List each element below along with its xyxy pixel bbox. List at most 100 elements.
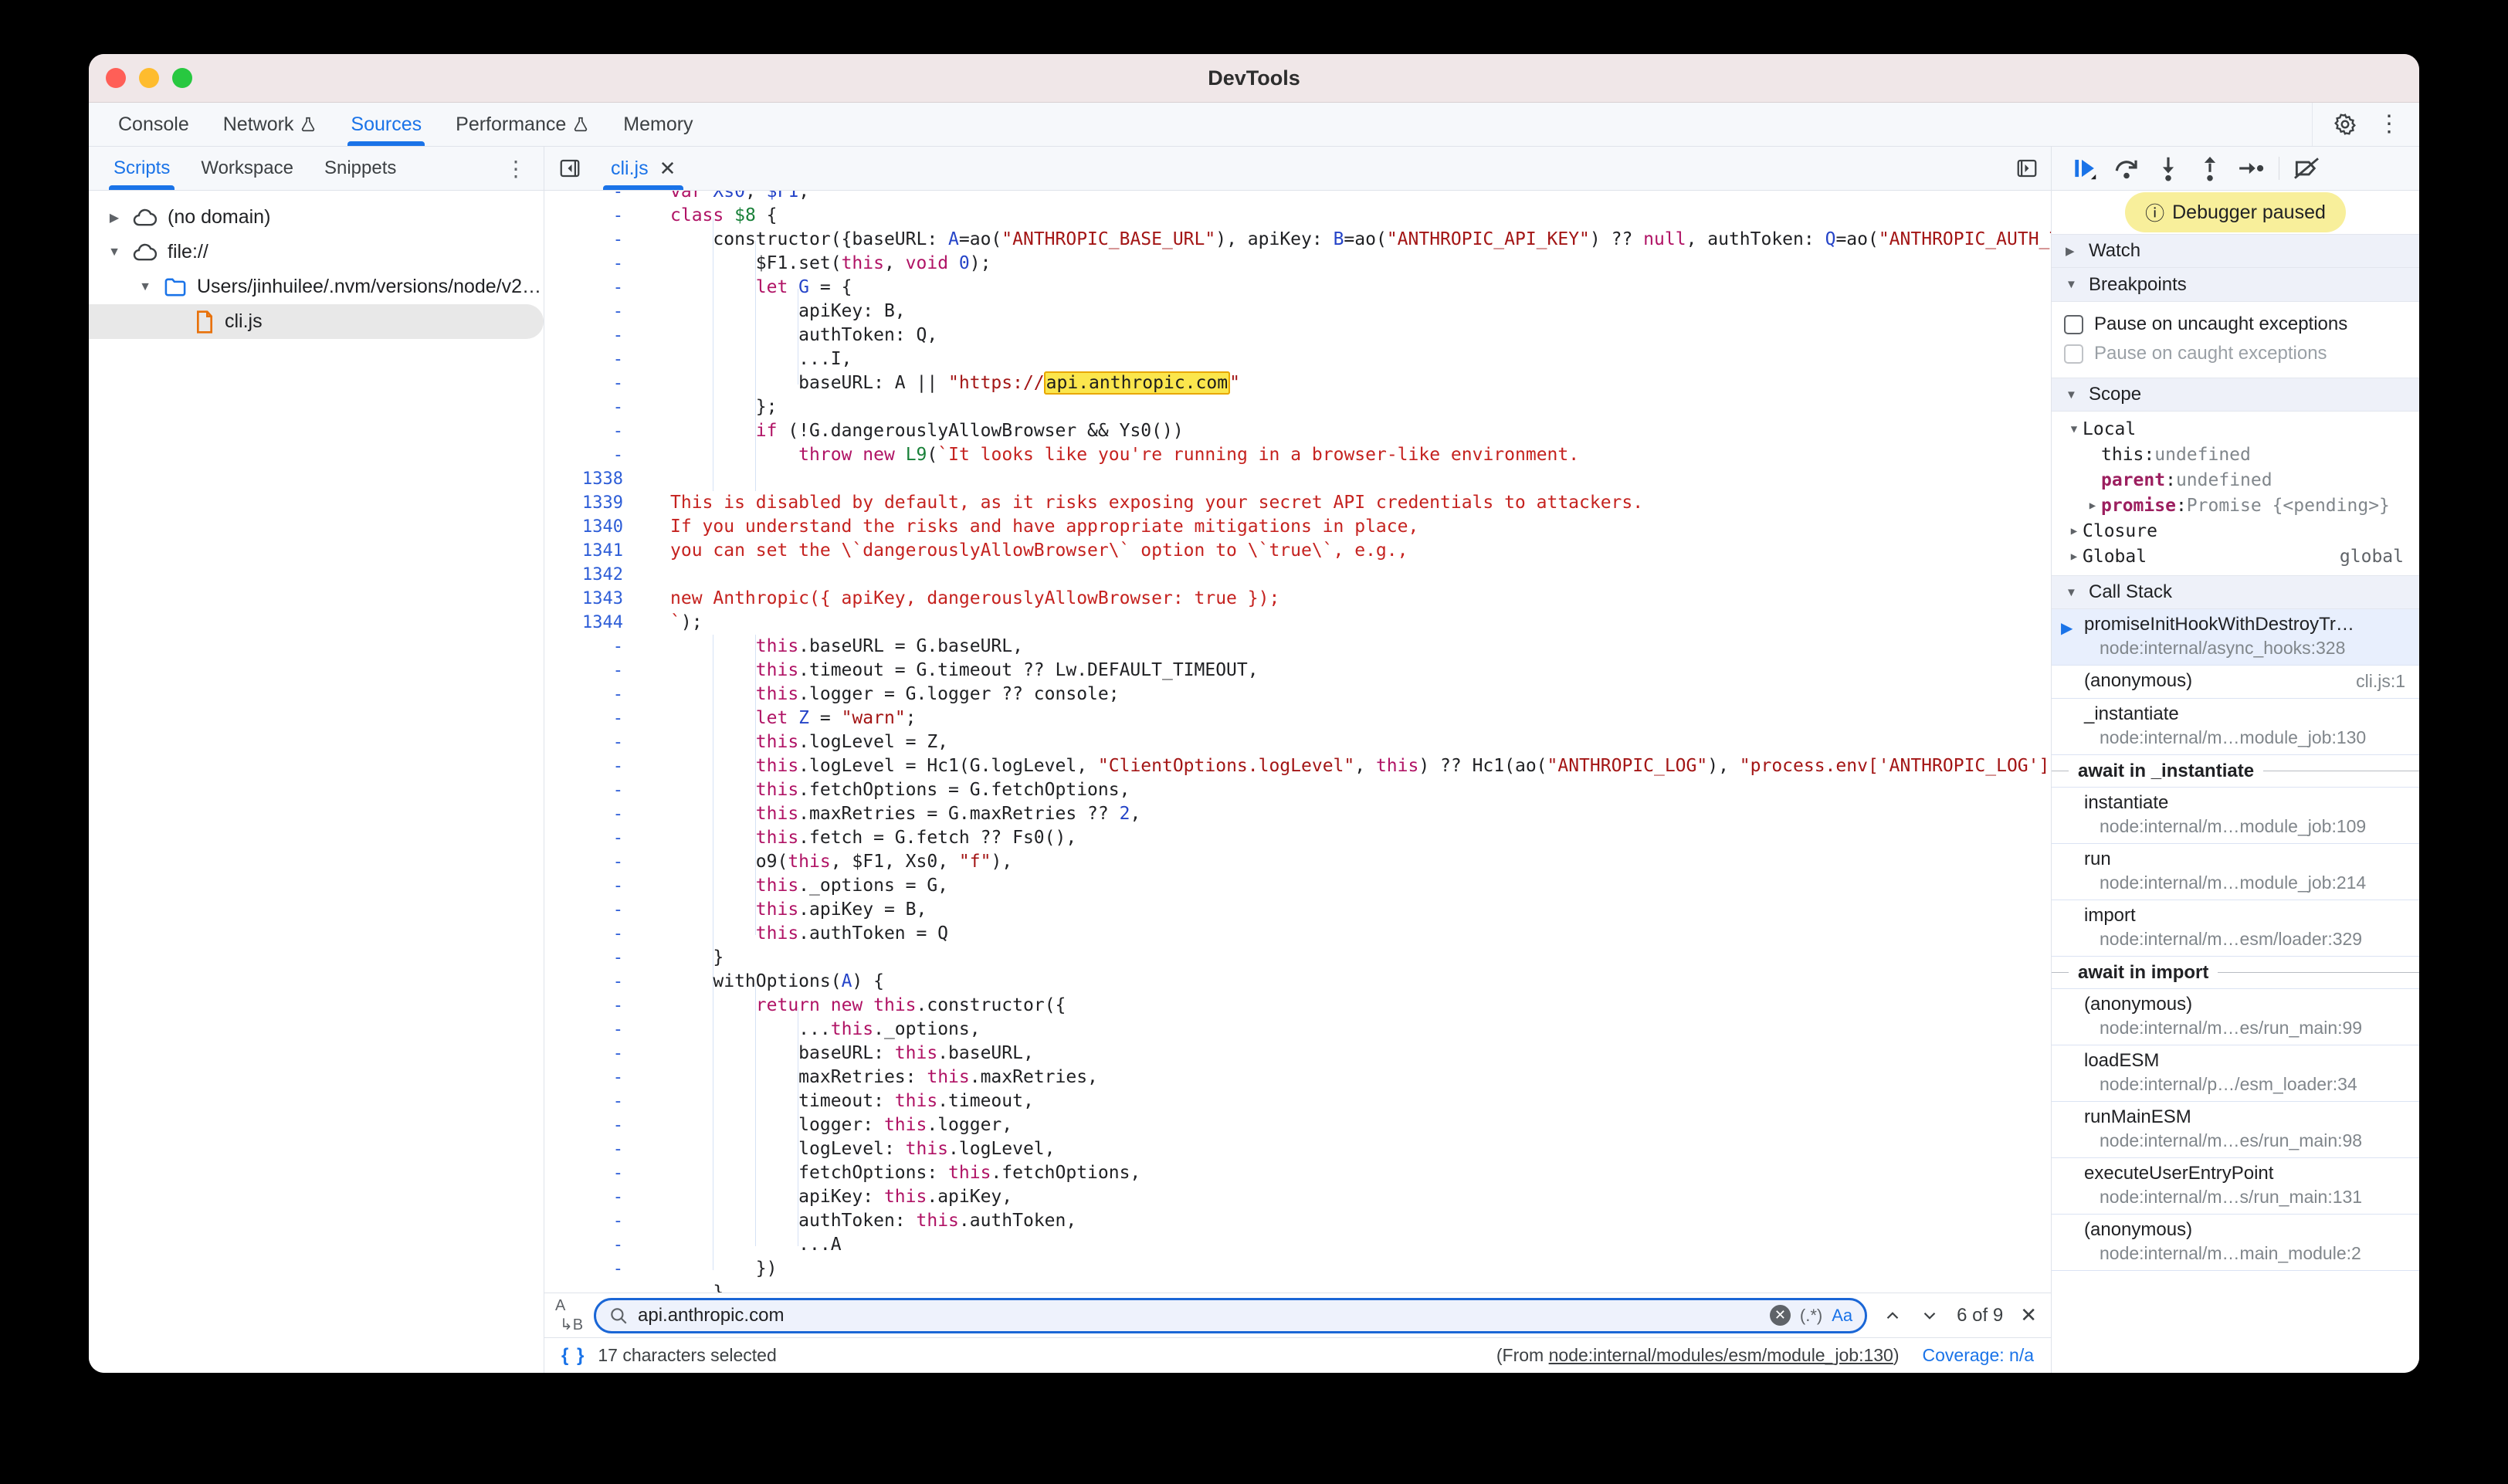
code-line[interactable]: - ...A xyxy=(544,1233,2051,1257)
call-stack-frame[interactable]: runnode:internal/m…module_job:214 xyxy=(2052,844,2419,900)
code-line[interactable]: - this.baseURL = G.baseURL, xyxy=(544,635,2051,659)
code-line[interactable]: - if (!G.dangerouslyAllowBrowser && Ys0(… xyxy=(544,419,2051,443)
code-line[interactable]: - fetchOptions: this.fetchOptions, xyxy=(544,1161,2051,1185)
line-number-gutter[interactable]: 1340 xyxy=(544,515,643,539)
line-number-gutter[interactable]: - xyxy=(544,1113,643,1137)
line-number-gutter[interactable]: - xyxy=(544,850,643,874)
chevron-down-icon[interactable]: ▼ xyxy=(106,246,123,259)
collapse-navigator-icon[interactable] xyxy=(544,147,595,190)
checkbox[interactable] xyxy=(2064,315,2083,334)
line-number-gutter[interactable]: - xyxy=(544,1066,643,1089)
main-tab-performance[interactable]: Performance xyxy=(439,103,606,146)
line-number-gutter[interactable]: - xyxy=(544,276,643,300)
line-number-gutter[interactable]: - xyxy=(544,683,643,706)
scope-entry-this[interactable]: this: undefined xyxy=(2052,442,2419,467)
toggle-debugger-sidebar-icon[interactable] xyxy=(2015,147,2051,190)
code-line[interactable]: - throw new L9(`It looks like you're run… xyxy=(544,443,2051,467)
line-number-gutter[interactable]: - xyxy=(544,730,643,754)
line-number-gutter[interactable]: - xyxy=(544,802,643,826)
line-number-gutter[interactable]: - xyxy=(544,1018,643,1042)
code-line[interactable]: - baseURL: A || "https://api.anthropic.c… xyxy=(544,371,2051,395)
search-field[interactable]: ✕ (.*) Aa xyxy=(594,1298,1867,1333)
call-stack-frame[interactable]: (anonymous)node:internal/m…main_module:2 xyxy=(2052,1215,2419,1271)
code-line[interactable]: - constructor({baseURL: A=ao("ANTHROPIC_… xyxy=(544,228,2051,252)
line-number-gutter[interactable]: 1339 xyxy=(544,491,643,515)
scope-global[interactable]: ▶Global global xyxy=(2052,544,2419,569)
deactivate-breakpoints-icon[interactable] xyxy=(2289,151,2324,186)
call-stack-frame[interactable]: _instantiatenode:internal/m…module_job:1… xyxy=(2052,699,2419,755)
previous-match-icon[interactable] xyxy=(1883,1306,1903,1326)
line-number-gutter[interactable]: - xyxy=(544,324,643,347)
chevron-right-icon[interactable]: ▶ xyxy=(2084,500,2101,512)
frame-location[interactable]: node:internal/async_hooks:328 xyxy=(2052,638,2419,659)
code-line[interactable]: 1341you can set the \`dangerouslyAllowBr… xyxy=(544,539,2051,563)
frame-location[interactable]: node:internal/p…/esm_loader:34 xyxy=(2052,1074,2419,1095)
main-tab-network[interactable]: Network xyxy=(206,103,334,146)
line-number-gutter[interactable]: 1338 xyxy=(544,467,643,491)
line-number-gutter[interactable]: - xyxy=(544,922,643,946)
line-number-gutter[interactable]: - xyxy=(544,191,643,204)
line-number-gutter[interactable]: - xyxy=(544,659,643,683)
settings-gear-icon[interactable] xyxy=(2333,112,2357,137)
scope-closure[interactable]: ▶Closure xyxy=(2052,518,2419,544)
line-number-gutter[interactable]: - xyxy=(544,970,643,994)
step-over-icon[interactable] xyxy=(2109,151,2144,186)
code-line[interactable]: - } xyxy=(544,1281,2051,1293)
code-line[interactable]: - authToken: Q, xyxy=(544,324,2051,347)
code-line[interactable]: - ...this._options, xyxy=(544,1018,2051,1042)
call-stack-frame[interactable]: instantiatenode:internal/m…module_job:10… xyxy=(2052,788,2419,844)
frame-location[interactable]: node:internal/m…s/run_main:131 xyxy=(2052,1187,2419,1208)
frame-location[interactable]: node:internal/m…module_job:130 xyxy=(2052,727,2419,748)
line-number-gutter[interactable]: - xyxy=(544,946,643,970)
scope-local[interactable]: ▼Local xyxy=(2052,416,2419,442)
line-number-gutter[interactable]: - xyxy=(544,635,643,659)
checkbox[interactable] xyxy=(2064,344,2083,364)
code-line[interactable]: - maxRetries: this.maxRetries, xyxy=(544,1066,2051,1089)
code-line[interactable]: 1343new Anthropic({ apiKey, dangerouslyA… xyxy=(544,587,2051,611)
step-out-icon[interactable] xyxy=(2192,151,2228,186)
code-line[interactable]: - this._options = G, xyxy=(544,874,2051,898)
navigator-tab-snippets[interactable]: Snippets xyxy=(309,147,412,190)
line-number-gutter[interactable]: - xyxy=(544,874,643,898)
call-stack-frame[interactable]: (anonymous)node:internal/m…es/run_main:9… xyxy=(2052,989,2419,1045)
code-line[interactable]: - this.apiKey = B, xyxy=(544,898,2051,922)
breakpoint-option[interactable]: Pause on uncaught exceptions xyxy=(2052,310,2419,339)
next-match-icon[interactable] xyxy=(1920,1306,1940,1326)
call-stack-frame[interactable]: executeUserEntryPointnode:internal/m…s/r… xyxy=(2052,1158,2419,1215)
line-number-gutter[interactable]: - xyxy=(544,1089,643,1113)
editor-tab-cli-js[interactable]: cli.js ✕ xyxy=(595,147,691,190)
frame-location[interactable]: node:internal/m…main_module:2 xyxy=(2052,1243,2419,1264)
step-icon[interactable] xyxy=(2234,151,2269,186)
line-number-gutter[interactable]: - xyxy=(544,443,643,467)
code-line[interactable]: - baseURL: this.baseURL, xyxy=(544,1042,2051,1066)
code-line[interactable]: - apiKey: this.apiKey, xyxy=(544,1185,2051,1209)
line-number-gutter[interactable]: - xyxy=(544,1257,643,1281)
main-tab-memory[interactable]: Memory xyxy=(606,103,710,146)
tree-item-file-[interactable]: ▼file:// xyxy=(89,235,544,269)
code-line[interactable]: - this.logLevel = Hc1(G.logLevel, "Clien… xyxy=(544,754,2051,778)
line-number-gutter[interactable]: - xyxy=(544,1042,643,1066)
line-number-gutter[interactable]: 1341 xyxy=(544,539,643,563)
code-line[interactable]: - logLevel: this.logLevel, xyxy=(544,1137,2051,1161)
line-number-gutter[interactable]: 1342 xyxy=(544,563,643,587)
code-line[interactable]: 1340If you understand the risks and have… xyxy=(544,515,2051,539)
line-number-gutter[interactable]: - xyxy=(544,1209,643,1233)
code-line[interactable]: - apiKey: B, xyxy=(544,300,2051,324)
frame-location[interactable]: node:internal/m…module_job:109 xyxy=(2052,816,2419,837)
line-number-gutter[interactable]: - xyxy=(544,371,643,395)
line-number-gutter[interactable]: - xyxy=(544,1185,643,1209)
main-tab-console[interactable]: Console xyxy=(101,103,206,146)
chevron-down-icon[interactable]: ▼ xyxy=(137,280,154,294)
frame-location[interactable]: node:internal/m…es/run_main:98 xyxy=(2052,1130,2419,1151)
code-line[interactable]: 1339This is disabled by default, as it r… xyxy=(544,491,2051,515)
call-stack-section-header[interactable]: ▼ Call Stack xyxy=(2052,575,2419,609)
line-number-gutter[interactable]: 1344 xyxy=(544,611,643,635)
call-stack-frame[interactable]: importnode:internal/m…esm/loader:329 xyxy=(2052,900,2419,957)
breakpoints-section-header[interactable]: ▼ Breakpoints xyxy=(2052,268,2419,302)
line-number-gutter[interactable]: - xyxy=(544,994,643,1018)
line-number-gutter[interactable]: - xyxy=(544,898,643,922)
close-search-icon[interactable]: ✕ xyxy=(2020,1303,2037,1327)
line-number-gutter[interactable]: - xyxy=(544,778,643,802)
line-number-gutter[interactable]: 1343 xyxy=(544,587,643,611)
code-line[interactable]: - this.authToken = Q xyxy=(544,922,2051,946)
